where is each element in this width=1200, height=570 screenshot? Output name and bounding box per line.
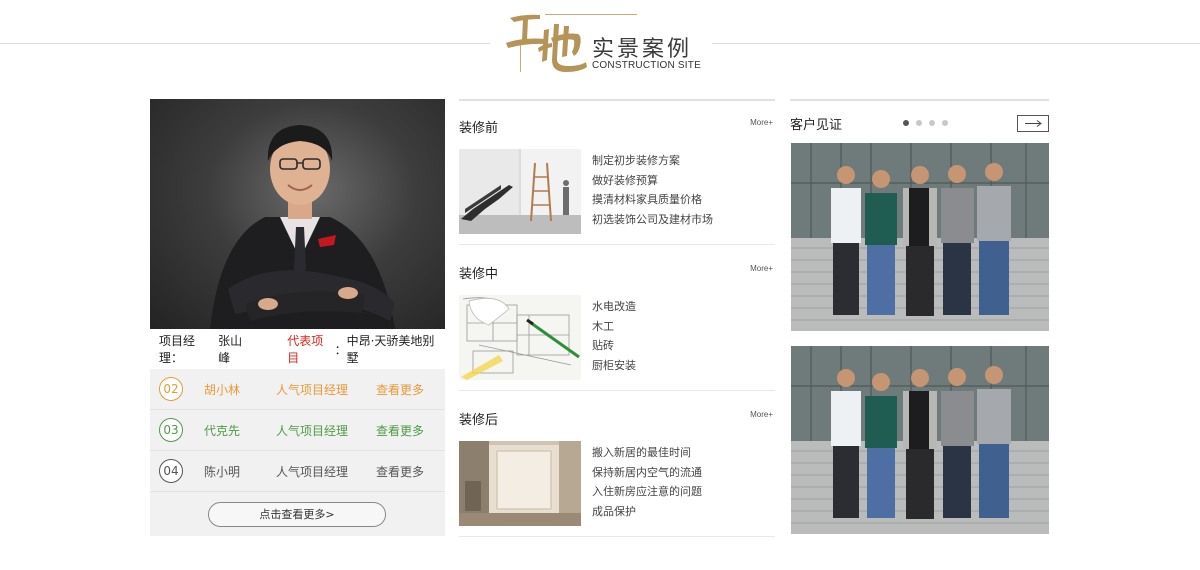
carousel-dot[interactable] bbox=[942, 120, 948, 126]
manager-label: 项目经理： bbox=[159, 334, 196, 365]
calligraphy-logo bbox=[506, 14, 587, 72]
page-title: 实景案例 bbox=[592, 37, 693, 62]
list-item[interactable]: 入住新房应注意的问题 bbox=[592, 482, 702, 502]
testimonial-photo[interactable] bbox=[791, 346, 1049, 534]
column-divider bbox=[790, 99, 1049, 101]
carousel-dot[interactable] bbox=[916, 120, 922, 126]
header-divider-right bbox=[712, 43, 1200, 44]
more-link[interactable]: More+ bbox=[750, 118, 773, 127]
carousel-dot[interactable] bbox=[929, 120, 935, 126]
section-divider bbox=[459, 536, 775, 537]
carousel-dot[interactable] bbox=[903, 120, 909, 126]
manager-title: 人气项目经理 bbox=[276, 464, 349, 479]
manager-name[interactable]: 胡小林 bbox=[204, 381, 240, 398]
stage-image[interactable] bbox=[459, 149, 581, 234]
testimonial-photo[interactable] bbox=[791, 143, 1049, 331]
stage-list: 水电改造 木工 贴砖 厨柜安装 bbox=[592, 297, 636, 375]
project-sep: ： bbox=[334, 342, 347, 357]
list-item[interactable]: 摸清材料家具质量价格 bbox=[592, 190, 713, 210]
section-title: 装修中 bbox=[459, 267, 499, 282]
manager-title: 人气项目经理 bbox=[276, 423, 349, 438]
manager-name: 张山峰 bbox=[218, 334, 243, 365]
list-item[interactable]: 02 胡小林 人气项目经理 查看更多 bbox=[150, 369, 445, 410]
manager-name[interactable]: 陈小明 bbox=[204, 463, 240, 480]
list-item[interactable]: 木工 bbox=[592, 317, 636, 337]
list-item[interactable]: 水电改造 bbox=[592, 297, 636, 317]
more-link[interactable]: More+ bbox=[750, 410, 773, 419]
manager-panel: 项目经理： 张山峰 代表项目 ： 中昂·天骄美地别墅 02 胡小林 人气项目经理… bbox=[150, 99, 445, 536]
list-item[interactable]: 03 代克先 人气项目经理 查看更多 bbox=[150, 410, 445, 451]
list-item[interactable]: 04 陈小明 人气项目经理 查看更多 bbox=[150, 451, 445, 492]
view-more-link[interactable]: 查看更多 bbox=[376, 381, 424, 398]
stage-image[interactable] bbox=[459, 295, 581, 380]
view-more-link[interactable]: 查看更多 bbox=[376, 422, 424, 439]
list-item[interactable]: 厨柜安装 bbox=[592, 356, 636, 376]
list-item[interactable]: 贴砖 bbox=[592, 336, 636, 356]
section-title: 装修后 bbox=[459, 413, 499, 428]
stage-during: 装修中 More+ 水电改造 木工 贴砖 厨柜安装 bbox=[459, 245, 775, 391]
list-item[interactable]: 制定初步装修方案 bbox=[592, 151, 713, 171]
page-subtitle: CONSTRUCTION SITE bbox=[592, 60, 701, 71]
manager-info: 项目经理： 张山峰 代表项目 ： 中昂·天骄美地别墅 bbox=[150, 329, 445, 369]
stage-before: 装修前 More+ 制定初步装修方案 做好装修预算 摸清材料家具质量价格 初选装… bbox=[459, 99, 775, 245]
manager-photo[interactable] bbox=[150, 99, 445, 329]
arrow-right-icon bbox=[1025, 120, 1042, 127]
stage-list: 搬入新居的最佳时间 保持新居内空气的流通 入住新房应注意的问题 成品保护 bbox=[592, 443, 702, 521]
rank-badge: 03 bbox=[159, 418, 183, 442]
stage-after: 装修后 More+ 搬入新居的最佳时间 保持新居内空气的流通 入住新房应注意的问… bbox=[459, 391, 775, 537]
manager-list: 02 胡小林 人气项目经理 查看更多 03 代克先 人气项目经理 查看更多 04… bbox=[150, 369, 445, 536]
manager-name[interactable]: 代克先 bbox=[204, 422, 240, 439]
list-item[interactable]: 做好装修预算 bbox=[592, 171, 713, 191]
list-item[interactable]: 成品保护 bbox=[592, 502, 702, 522]
rank-badge: 02 bbox=[159, 377, 183, 401]
project-label: 代表项目 bbox=[287, 334, 324, 365]
carousel-next-button[interactable] bbox=[1017, 115, 1049, 132]
stage-image[interactable] bbox=[459, 441, 581, 526]
view-more-link[interactable]: 查看更多 bbox=[376, 463, 424, 480]
manager-title: 人气项目经理 bbox=[276, 382, 349, 397]
more-link[interactable]: More+ bbox=[750, 264, 773, 273]
stage-list: 制定初步装修方案 做好装修预算 摸清材料家具质量价格 初选装饰公司及建材市场 bbox=[592, 151, 713, 229]
view-more-button[interactable]: 点击查看更多> bbox=[208, 502, 386, 527]
section-title: 装修前 bbox=[459, 121, 499, 136]
list-item[interactable]: 保持新居内空气的流通 bbox=[592, 463, 702, 483]
section-title: 客户见证 bbox=[790, 118, 843, 133]
list-item[interactable]: 初选装饰公司及建材市场 bbox=[592, 210, 713, 230]
list-item[interactable]: 搬入新居的最佳时间 bbox=[592, 443, 702, 463]
project-name[interactable]: 中昂·天骄美地别墅 bbox=[347, 332, 445, 366]
header-divider-left bbox=[0, 43, 490, 44]
rank-badge: 04 bbox=[159, 459, 183, 483]
carousel-dots bbox=[903, 120, 948, 126]
